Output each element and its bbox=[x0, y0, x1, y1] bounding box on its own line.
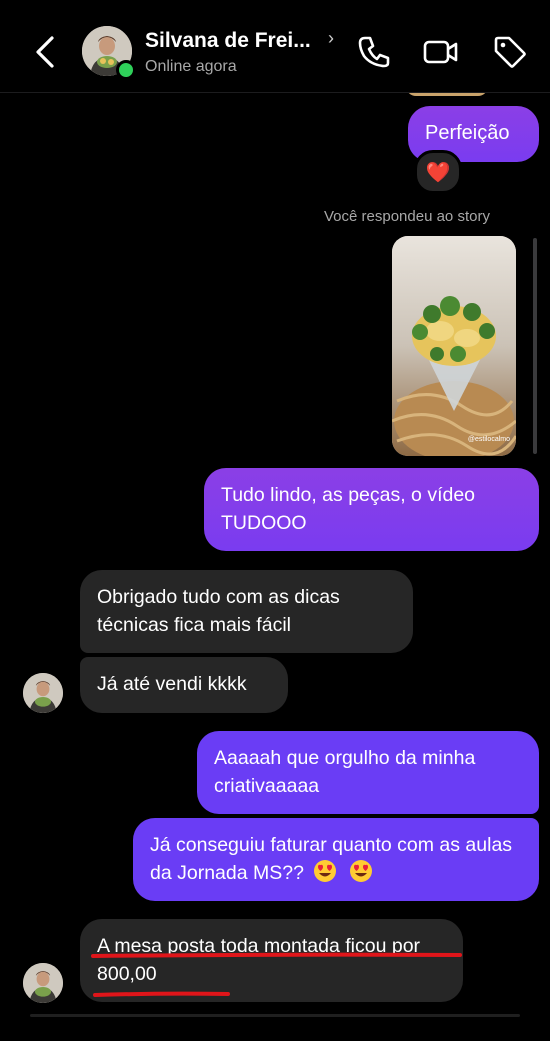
contact-name[interactable]: Silvana de Frei... bbox=[145, 29, 311, 53]
message-outgoing[interactable]: Aaaaah que orgulho da minha criativaaaaa bbox=[197, 731, 539, 814]
composer-edge bbox=[30, 1014, 520, 1017]
message-text: Obrigado tudo com as dicas técnicas fica… bbox=[97, 586, 340, 636]
message-text: Já até vendi kkkk bbox=[97, 673, 247, 695]
message-outgoing[interactable]: Já conseguiu faturar quanto com as aulas… bbox=[133, 818, 539, 901]
story-thumbnail[interactable]: @estilocalmo bbox=[392, 236, 516, 456]
tag-icon[interactable] bbox=[492, 34, 528, 70]
message-incoming[interactable]: Obrigado tudo com as dicas técnicas fica… bbox=[80, 570, 413, 653]
story-reply-bar bbox=[533, 238, 537, 454]
heart-eyes-emoji-icon bbox=[314, 860, 337, 882]
chat-header: Silvana de Frei... › Online agora bbox=[0, 0, 550, 93]
red-underline-annotation bbox=[91, 952, 462, 997]
message-text: Tudo lindo, as peças, o vídeo TUDOOO bbox=[221, 484, 476, 534]
video-camera-icon[interactable] bbox=[423, 34, 459, 70]
chevron-right-icon[interactable]: › bbox=[328, 28, 334, 49]
back-chevron-icon[interactable] bbox=[30, 34, 64, 70]
contact-status: Online agora bbox=[145, 58, 237, 75]
message-incoming[interactable]: Já até vendi kkkk bbox=[80, 657, 288, 713]
message-text: Aaaaah que orgulho da minha criativaaaaa bbox=[214, 747, 476, 797]
heart-eyes-emoji-icon bbox=[349, 860, 372, 882]
contact-avatar-small[interactable] bbox=[23, 673, 63, 713]
message-outgoing[interactable]: Tudo lindo, as peças, o vídeo TUDOOO bbox=[204, 468, 539, 551]
story-reply-label: Você respondeu ao story bbox=[324, 208, 490, 225]
contact-avatar-small[interactable] bbox=[23, 963, 63, 1003]
online-status-dot bbox=[116, 60, 136, 80]
phone-icon[interactable] bbox=[356, 34, 392, 70]
message-text: Perfeição bbox=[425, 122, 510, 144]
story-watermark: @estilocalmo bbox=[468, 436, 510, 443]
heart-reaction-icon[interactable]: ❤️ bbox=[414, 150, 462, 194]
